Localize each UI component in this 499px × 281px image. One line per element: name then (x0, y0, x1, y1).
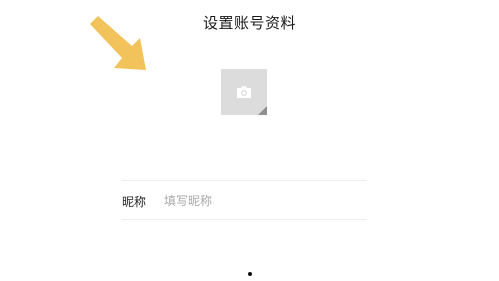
page-title: 设置账号资料 (202, 14, 296, 32)
avatar-upload-button[interactable] (221, 69, 267, 115)
divider (122, 180, 367, 181)
nickname-input[interactable] (164, 194, 354, 208)
camera-icon (237, 86, 251, 98)
nickname-row: 昵称 (122, 184, 367, 218)
divider (122, 219, 367, 220)
arrow-pointer-icon (90, 16, 146, 70)
avatar-corner-indicator (258, 106, 267, 115)
nickname-label: 昵称 (122, 194, 147, 209)
page-indicator-dot (248, 272, 252, 276)
